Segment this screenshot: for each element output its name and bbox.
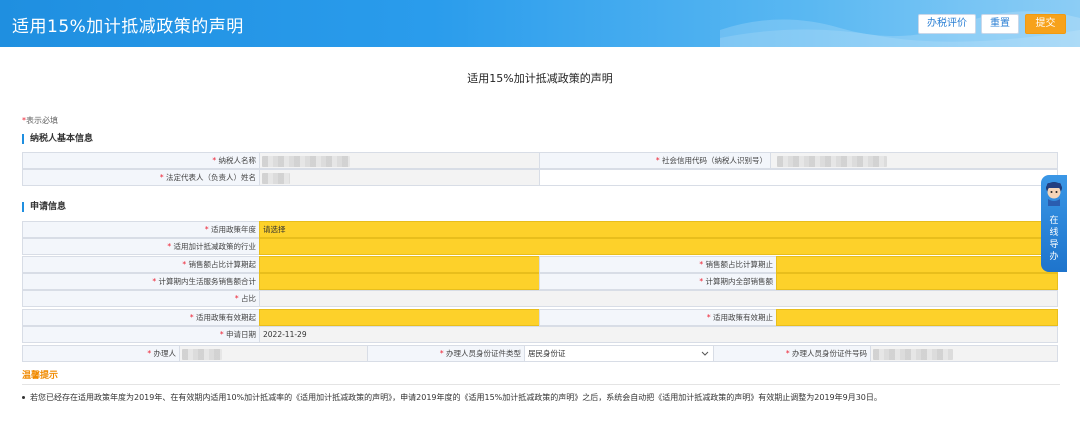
industry-input[interactable] <box>259 238 1058 255</box>
online-guide-button[interactable]: 在线导办 <box>1041 175 1067 272</box>
empty-cell <box>539 169 1058 186</box>
form-row-valid-period: * 适用政策有效期起 * 适用政策有效期止 <box>22 309 1058 326</box>
form-row-ratio: * 占比 <box>22 290 1058 307</box>
credit-code-value <box>770 152 1058 169</box>
valid-end-label: * 适用政策有效期止 <box>539 309 777 326</box>
service-sales-input[interactable] <box>259 273 540 290</box>
id-type-value: 居民身份证 <box>528 349 566 358</box>
policy-year-select[interactable]: 请选择 <box>259 221 1058 238</box>
legal-rep-value <box>259 169 540 186</box>
form-row-industry: * 适用加计抵减政策的行业 <box>22 238 1058 255</box>
policy-year-label: * 适用政策年度 <box>22 221 260 238</box>
section-basic-title: 纳税人基本信息 <box>22 134 93 144</box>
sales-ratio-end-label: * 销售额占比计算期止 <box>539 256 777 273</box>
form-row-legal-rep: * 法定代表人（负责人）姓名 <box>22 169 1058 186</box>
id-no-input[interactable] <box>870 345 1058 362</box>
id-no-label: * 办理人员身份证件号码 <box>713 345 871 362</box>
form-title: 适用15%加计抵减政策的声明 <box>467 72 613 85</box>
header-title: 适用15%加计抵减政策的声明 <box>12 17 244 37</box>
required-note: *表示必填 <box>22 115 58 126</box>
tax-evaluation-button[interactable]: 办税评价 <box>918 14 976 34</box>
tips-divider <box>22 384 1060 385</box>
page-header: 适用15%加计抵减政策的声明 办税评价 重置 提交 <box>0 0 1080 47</box>
sales-ratio-start-label: * 销售额占比计算期起 <box>22 256 260 273</box>
ratio-label: * 占比 <box>22 290 260 307</box>
ratio-value <box>259 290 1058 307</box>
section-apply-title: 申请信息 <box>22 202 66 212</box>
sales-ratio-end-input[interactable] <box>776 256 1058 273</box>
apply-date-label: * 申请日期 <box>22 326 260 343</box>
online-guide-label: 在线导办 <box>1049 216 1059 262</box>
legal-rep-label: * 法定代表人（负责人）姓名 <box>22 169 260 186</box>
tips-title: 温馨提示 <box>22 371 59 381</box>
reset-button[interactable]: 重置 <box>981 14 1019 34</box>
form-row-sales-period: * 销售额占比计算期起 * 销售额占比计算期止 <box>22 256 1058 273</box>
form-row-policy-year: * 适用政策年度 请选择 <box>22 221 1058 238</box>
required-note-text: 表示必填 <box>26 116 58 125</box>
id-type-label: * 办理人员身份证件类型 <box>367 345 525 362</box>
assistant-avatar-icon <box>1046 182 1062 206</box>
sales-ratio-start-input[interactable] <box>259 256 540 273</box>
tips-text: 若您已经存在适用政策年度为2019年、在有效期内适用10%加计抵减率的《适用加计… <box>22 392 882 403</box>
form-row-apply-date: * 申请日期 2022-11-29 <box>22 326 1058 343</box>
bullet-icon <box>22 396 25 399</box>
form-row-sales-amounts: * 计算期内生活服务销售额合计 * 计算期内全部销售额 <box>22 273 1058 290</box>
credit-code-label: * 社会信用代码（纳税人识别号） <box>539 152 771 169</box>
submit-button[interactable]: 提交 <box>1025 14 1066 34</box>
industry-label: * 适用加计抵减政策的行业 <box>22 238 260 255</box>
form-row-handler: * 办理人 * 办理人员身份证件类型 居民身份证 * 办理人员身份证件号码 <box>22 345 1058 362</box>
tips-text-content: 若您已经存在适用政策年度为2019年、在有效期内适用10%加计抵减率的《适用加计… <box>30 393 882 402</box>
form-row-taxpayer: * 纳税人名称 * 社会信用代码（纳税人识别号） <box>22 152 1058 169</box>
valid-start-label: * 适用政策有效期起 <box>22 309 260 326</box>
valid-end-input[interactable] <box>776 309 1058 326</box>
taxpayer-name-value <box>259 152 540 169</box>
taxpayer-name-label: * 纳税人名称 <box>22 152 260 169</box>
total-sales-input[interactable] <box>776 273 1058 290</box>
chevron-down-icon <box>701 346 709 361</box>
total-sales-label: * 计算期内全部销售额 <box>539 273 777 290</box>
valid-start-input[interactable] <box>259 309 540 326</box>
apply-date-value: 2022-11-29 <box>259 326 1058 343</box>
id-type-select[interactable]: 居民身份证 <box>524 345 714 362</box>
service-sales-label: * 计算期内生活服务销售额合计 <box>22 273 260 290</box>
handler-input[interactable] <box>179 345 368 362</box>
handler-label: * 办理人 <box>22 345 180 362</box>
